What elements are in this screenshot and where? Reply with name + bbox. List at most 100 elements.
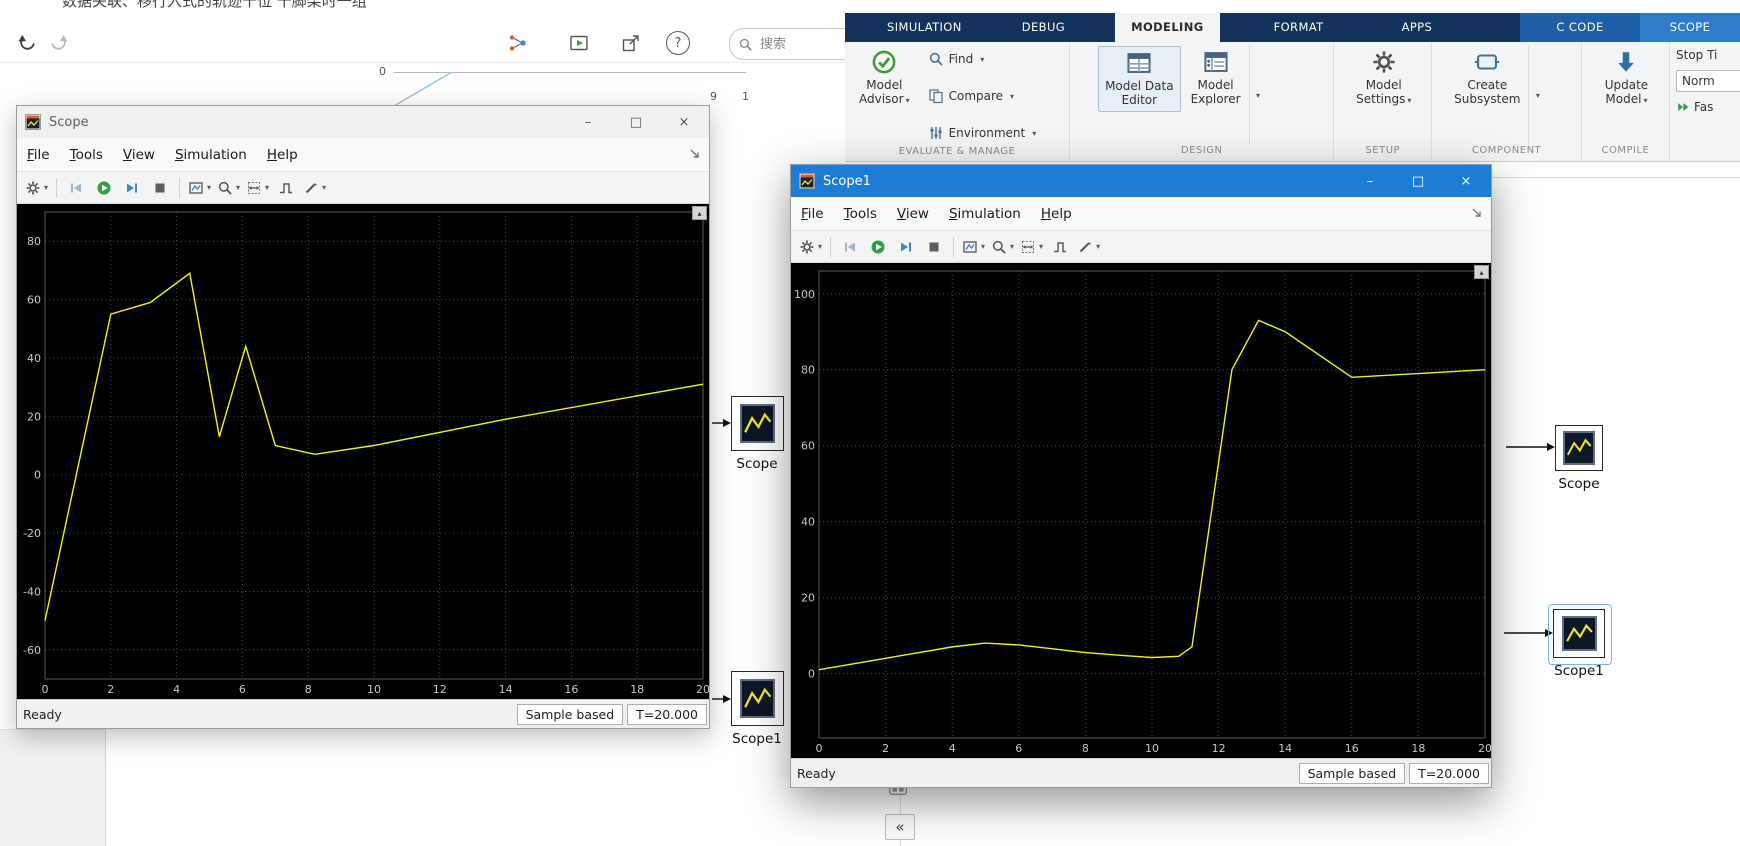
signal-line <box>712 419 731 427</box>
toolstrip-tabbar: SIMULATION DEBUG MODELING FORMAT APPS C … <box>845 13 1740 42</box>
scope-window-icon <box>25 114 41 130</box>
tab-debug[interactable]: DEBUG <box>1006 13 1081 42</box>
svg-text:-60: -60 <box>23 644 41 657</box>
menu-view[interactable]: View <box>123 147 155 163</box>
step-back-button[interactable] <box>63 176 89 200</box>
run-button[interactable] <box>91 176 117 200</box>
toolbar-separator <box>179 177 181 198</box>
simulation-mode-select[interactable]: Norm <box>1676 70 1740 92</box>
compare-button[interactable]: Compare ▾ <box>924 87 1041 105</box>
tab-format[interactable]: FORMAT <box>1258 13 1340 42</box>
trigger-button[interactable] <box>273 176 299 200</box>
svg-text:8: 8 <box>305 683 312 696</box>
run-viewer-icon[interactable] <box>566 30 592 56</box>
menu-file[interactable]: File <box>27 147 50 163</box>
scope-block-screen <box>1561 615 1597 651</box>
redo-button[interactable] <box>46 30 72 56</box>
scope-settings-button[interactable]: ▾ <box>797 235 824 259</box>
close-button[interactable]: × <box>1445 165 1487 197</box>
svg-text:8: 8 <box>1082 742 1089 755</box>
tab-apps[interactable]: APPS <box>1386 13 1449 42</box>
collapse-browser-button[interactable]: « <box>885 814 915 840</box>
model-data-editor-button[interactable]: Model Data Editor <box>1098 46 1181 112</box>
ribbon-section-label: COMPILE <box>1601 145 1650 156</box>
step-forward-button[interactable] <box>119 176 145 200</box>
find-icon <box>928 51 944 67</box>
model-explorer-button[interactable]: Model Explorer <box>1185 46 1247 110</box>
maximize-button[interactable]: □ <box>615 106 657 138</box>
tab-c-code[interactable]: C CODE <box>1520 13 1640 42</box>
environment-button[interactable]: Environment ▾ <box>924 124 1041 142</box>
fast-restart-toggle[interactable]: Fas <box>1676 100 1740 114</box>
display-icon <box>188 180 204 196</box>
menu-view[interactable]: View <box>897 206 929 222</box>
run-button[interactable] <box>865 235 891 259</box>
create-subsystem-button[interactable]: Create Subsystem <box>1448 46 1526 110</box>
find-button[interactable]: Find ▾ <box>924 50 1041 68</box>
svg-text:10: 10 <box>1145 742 1159 755</box>
display-settings-button[interactable]: ▾ <box>960 235 987 259</box>
menu-help[interactable]: Help <box>267 147 298 163</box>
stop-button[interactable] <box>921 235 947 259</box>
zoom-button[interactable]: ▾ <box>215 176 242 200</box>
display-settings-button[interactable]: ▾ <box>186 176 213 200</box>
design-gallery-expander[interactable]: ▾ <box>1248 46 1265 145</box>
menu-help[interactable]: Help <box>1041 206 1072 222</box>
autoscale-button[interactable]: ▾ <box>244 176 271 200</box>
svg-text:0: 0 <box>42 683 49 696</box>
maximize-button[interactable]: □ <box>1397 165 1439 197</box>
dock-arrow-icon[interactable] <box>689 148 701 160</box>
dock-arrow-icon[interactable] <box>1471 207 1483 219</box>
scope-settings-button[interactable]: ▾ <box>23 176 50 200</box>
svg-text:14: 14 <box>499 683 513 696</box>
search-input[interactable] <box>758 35 830 53</box>
measurements-button[interactable]: ▾ <box>1075 235 1102 259</box>
model-advisor-icon <box>871 49 897 75</box>
autoscale-button[interactable]: ▾ <box>1018 235 1045 259</box>
search-box[interactable] <box>729 28 845 60</box>
model-settings-button[interactable]: Model Settings ▾ <box>1350 46 1417 110</box>
tab-simulation[interactable]: SIMULATION <box>871 13 978 42</box>
svg-text:20: 20 <box>27 410 41 423</box>
axes-expand-button[interactable]: ▴ <box>692 206 707 220</box>
component-gallery-expander[interactable]: ▾ <box>1528 46 1544 145</box>
scope-block[interactable] <box>731 396 784 451</box>
scope-block-screen <box>1562 431 1596 465</box>
menu-file[interactable]: File <box>801 206 824 222</box>
open-new-window-icon[interactable] <box>618 30 644 56</box>
tab-scope[interactable]: SCOPE <box>1640 13 1740 42</box>
update-model-button[interactable]: Update Model ▾ <box>1599 46 1654 110</box>
scope-block[interactable] <box>1555 425 1603 471</box>
tab-modeling[interactable]: MODELING <box>1115 13 1220 42</box>
close-button[interactable]: × <box>663 106 705 138</box>
quick-access-toolbar: 数据关联、移行入式的轨迹十位 十脚架时一组 ? <box>0 0 845 63</box>
help-icon[interactable]: ? <box>666 31 690 55</box>
menu-simulation[interactable]: Simulation <box>175 147 247 163</box>
scope1-titlebar[interactable]: Scope1 – □ × <box>791 165 1491 197</box>
minimize-button[interactable]: – <box>1349 165 1391 197</box>
axes-expand-button[interactable]: ▴ <box>1474 265 1489 279</box>
block-label: Scope1 <box>732 731 782 747</box>
svg-text:4: 4 <box>173 683 180 696</box>
trigger-button[interactable] <box>1047 235 1073 259</box>
menu-tools[interactable]: Tools <box>70 147 103 163</box>
scope1-block[interactable] <box>731 671 784 726</box>
signal-hierarchy-icon[interactable] <box>505 30 531 56</box>
svg-text:10: 10 <box>367 683 381 696</box>
undo-button[interactable] <box>14 30 40 56</box>
create-subsystem-icon <box>1474 49 1500 75</box>
model-advisor-button[interactable]: Model Advisor ▾ <box>853 46 916 110</box>
ribbon-group-simulate: Stop Ti Norm Fas <box>1670 42 1740 161</box>
stop-button[interactable] <box>147 176 173 200</box>
zoom-button[interactable]: ▾ <box>989 235 1016 259</box>
menu-simulation[interactable]: Simulation <box>949 206 1021 222</box>
menu-tools[interactable]: Tools <box>844 206 877 222</box>
scope-titlebar[interactable]: Scope – □ × <box>17 106 709 138</box>
minimize-button[interactable]: – <box>567 106 609 138</box>
scope1-block[interactable] <box>1553 609 1605 658</box>
svg-text:2: 2 <box>882 742 889 755</box>
step-back-button[interactable] <box>837 235 863 259</box>
step-forward-button[interactable] <box>893 235 919 259</box>
status-sim-time: T=20.000 <box>627 703 707 725</box>
measurements-button[interactable]: ▾ <box>301 176 328 200</box>
